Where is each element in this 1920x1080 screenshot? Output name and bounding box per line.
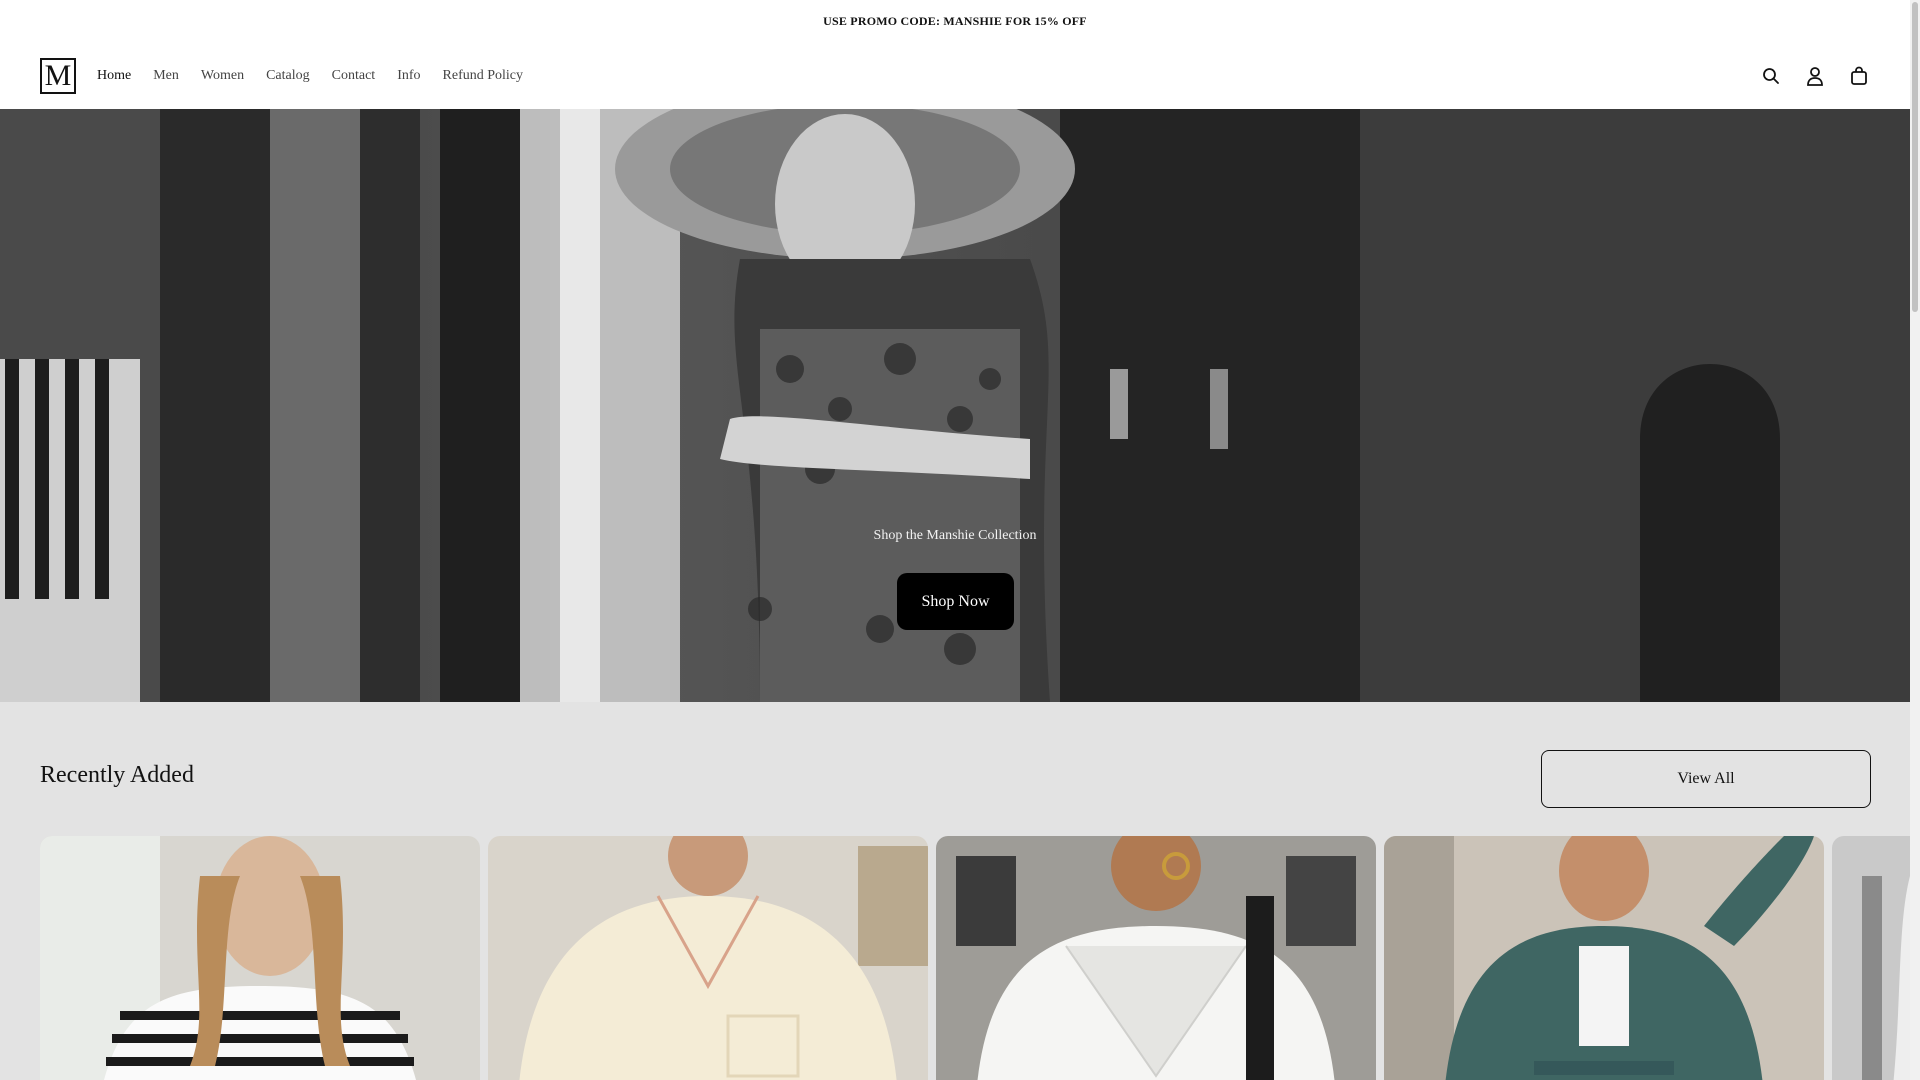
header-icons — [1760, 42, 1870, 109]
search-icon[interactable] — [1760, 65, 1782, 87]
section-title: Recently Added — [40, 762, 194, 788]
product-image — [936, 836, 1376, 1080]
recently-added-section: Recently Added View All — [0, 702, 1910, 1080]
shop-now-button[interactable]: Shop Now — [897, 573, 1014, 630]
product-image — [1384, 836, 1824, 1080]
main-nav: Home Men Women Catalog Contact Info Refu… — [97, 42, 545, 109]
account-icon[interactable] — [1804, 65, 1826, 87]
nav-refund-policy[interactable]: Refund Policy — [443, 68, 524, 84]
product-card[interactable] — [936, 836, 1376, 1080]
scrollbar-thumb[interactable] — [1912, 2, 1918, 312]
view-all-button[interactable]: View All — [1541, 750, 1871, 808]
nav-contact[interactable]: Contact — [332, 68, 376, 84]
nav-men[interactable]: Men — [153, 68, 179, 84]
hero-caption: Shop the Manshie Collection — [873, 528, 1037, 543]
product-card[interactable] — [488, 836, 928, 1080]
product-card[interactable] — [1384, 836, 1824, 1080]
product-image — [1832, 836, 1910, 1080]
logo-letter: M — [44, 59, 72, 92]
nav-home[interactable]: Home — [97, 68, 131, 84]
product-card[interactable] — [40, 836, 480, 1080]
cart-icon[interactable] — [1848, 65, 1870, 87]
nav-women[interactable]: Women — [201, 68, 244, 84]
product-image — [488, 836, 928, 1080]
promo-text: USE PROMO CODE: MANSHIE FOR 15% OFF — [823, 13, 1087, 28]
nav-catalog[interactable]: Catalog — [266, 68, 310, 84]
nav-info[interactable]: Info — [397, 68, 420, 84]
store-logo[interactable]: M — [40, 58, 76, 94]
page-scrollbar[interactable] — [1910, 0, 1920, 1080]
announcement-bar: USE PROMO CODE: MANSHIE FOR 15% OFF — [0, 0, 1910, 42]
product-image — [40, 836, 480, 1080]
product-card[interactable] — [1832, 836, 1910, 1080]
site-header: M Home Men Women Catalog Contact Info Re… — [0, 42, 1910, 109]
product-carousel — [40, 836, 1910, 1080]
hero-banner: Shop the Manshie Collection Shop Now — [0, 109, 1910, 702]
